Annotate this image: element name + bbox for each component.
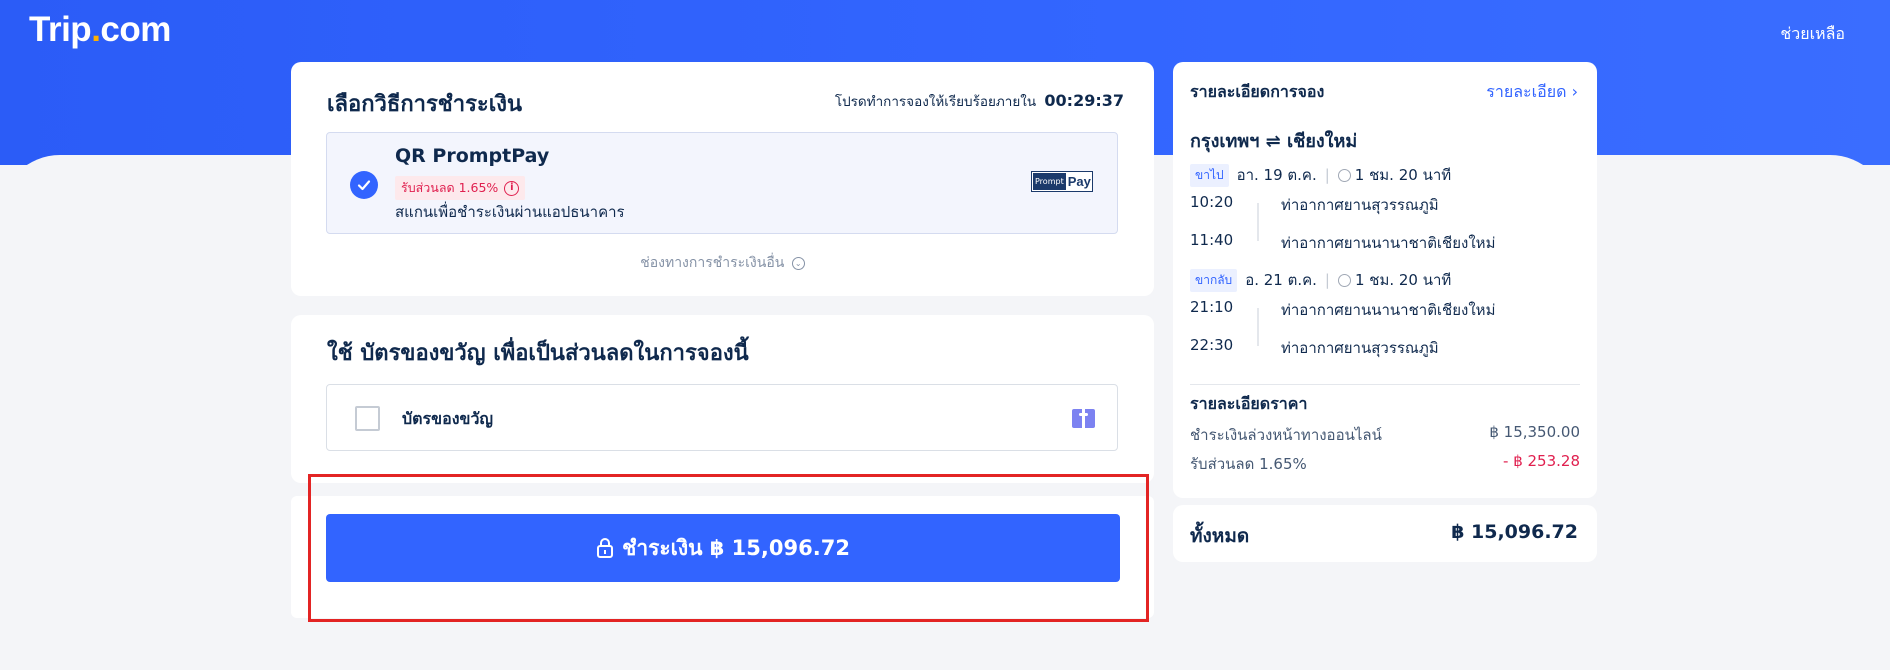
- timer-label: โปรดทำการจองให้เรียบร้อยภายใน: [834, 94, 1037, 110]
- outbound-dep-airport: ท่าอากาศยานสุวรรณภูมิ: [1281, 196, 1439, 214]
- discount-badge: รับส่วนลด 1.65% i: [395, 176, 526, 200]
- discount-label: รับส่วนลด 1.65%: [1190, 455, 1307, 473]
- return-dep-time: 21:10: [1190, 298, 1234, 316]
- booking-summary-card: รายละเอียดการจอง รายละเอียด › กรุงเทพฯ ⇌…: [1173, 62, 1597, 498]
- outbound-arr-time: 11:40: [1190, 231, 1234, 249]
- total-value: ฿ 15,096.72: [1451, 521, 1578, 543]
- trip-logo[interactable]: Trip.com: [29, 10, 171, 50]
- divider: [1190, 384, 1580, 385]
- gift-card-option[interactable]: บัตรของขวัญ: [326, 384, 1118, 451]
- outbound-leg-header: ขาไป อา. 19 ต.ค. | 1 ชม. 20 นาที: [1190, 163, 1451, 187]
- prepay-label: ชำระเงินล่วงหน้าทางออนไลน์: [1190, 426, 1382, 444]
- selected-check-icon: [350, 171, 378, 199]
- prepay-value: ฿ 15,350.00: [1489, 423, 1580, 441]
- return-dep-airport: ท่าอากาศยานนานาชาติเชียงใหม่: [1281, 301, 1496, 319]
- gift-card-checkbox[interactable]: [355, 406, 380, 431]
- summary-title: รายละเอียดการจอง: [1190, 82, 1325, 101]
- method-name: QR PromptPay: [395, 145, 550, 167]
- discount-row: รับส่วนลด 1.65% - ฿ 253.28: [1190, 452, 1580, 476]
- prepay-row: ชำระเงินล่วงหน้าทางออนไลน์ ฿ 15,350.00: [1190, 423, 1580, 447]
- promptpay-option[interactable]: QR PromptPay รับส่วนลด 1.65% i สแกนเพื่อ…: [326, 132, 1118, 234]
- return-arr-time: 22:30: [1190, 336, 1234, 354]
- return-duration: 1 ชม. 20 นาที: [1354, 271, 1452, 289]
- total-label: ทั้งหมด: [1190, 525, 1250, 547]
- return-tag: ขากลับ: [1190, 268, 1238, 292]
- details-link[interactable]: รายละเอียด ›: [1486, 80, 1578, 105]
- return-leg-header: ขากลับ อ. 21 ต.ค. | 1 ชม. 20 นาที: [1190, 268, 1451, 292]
- discount-value: - ฿ 253.28: [1503, 452, 1580, 470]
- booking-timer: โปรดทำการจองให้เรียบร้อยภายใน 00:29:37: [835, 90, 1124, 112]
- outbound-duration: 1 ชม. 20 นาที: [1354, 166, 1452, 184]
- gift-title: ใช้ บัตรของขวัญ เพื่อเป็นส่วนลดในการจองน…: [327, 341, 749, 366]
- other-methods-toggle[interactable]: ช่องทางการชำระเงินอื่น ⌄: [291, 252, 1154, 274]
- return-arr-airport: ท่าอากาศยานสุวรรณภูมิ: [1281, 339, 1439, 357]
- promptpay-logo: Prompt Pay: [1031, 171, 1093, 192]
- help-link[interactable]: ช่วยเหลือ: [1780, 22, 1845, 47]
- price-title: รายละเอียดราคา: [1190, 394, 1308, 413]
- separator: |: [1324, 166, 1330, 184]
- outbound-dep-time: 10:20: [1190, 193, 1234, 211]
- pay-button-label: ชำระเงิน ฿ 15,096.72: [622, 535, 850, 560]
- chevron-down-icon: ⌄: [791, 256, 805, 270]
- chevron-right-icon: ›: [1571, 82, 1578, 101]
- timer-value: 00:29:37: [1044, 91, 1124, 110]
- outbound-arr-airport: ท่าอากาศยานนานาชาติเชียงใหม่: [1281, 234, 1496, 252]
- clock-icon: [1337, 273, 1351, 287]
- method-description: สแกนเพื่อชำระเงินผ่านแอปธนาคาร: [395, 203, 625, 221]
- outbound-date: อา. 19 ต.ค.: [1236, 166, 1317, 184]
- separator: |: [1324, 271, 1330, 289]
- return-date: อ. 21 ต.ค.: [1245, 271, 1317, 289]
- clock-icon: [1337, 168, 1351, 182]
- gift-icon: [1072, 409, 1095, 428]
- route-title: กรุงเทพฯ ⇌ เชียงใหม่: [1190, 131, 1358, 152]
- gift-card-label: บัตรของขวัญ: [402, 409, 494, 428]
- info-icon[interactable]: i: [504, 180, 520, 196]
- pay-button[interactable]: ชำระเงิน ฿ 15,096.72: [326, 514, 1120, 582]
- timeline-line: [1257, 308, 1259, 346]
- outbound-tag: ขาไป: [1190, 163, 1229, 187]
- lock-icon: [597, 538, 614, 558]
- total-card: ทั้งหมด ฿ 15,096.72: [1173, 505, 1597, 562]
- gift-card-section: ใช้ บัตรของขวัญ เพื่อเป็นส่วนลดในการจองน…: [291, 315, 1154, 483]
- payment-title: เลือกวิธีการชำระเงิน: [327, 92, 523, 117]
- payment-method-card: เลือกวิธีการชำระเงิน โปรดทำการจองให้เรีย…: [291, 62, 1154, 296]
- timeline-line: [1257, 203, 1259, 241]
